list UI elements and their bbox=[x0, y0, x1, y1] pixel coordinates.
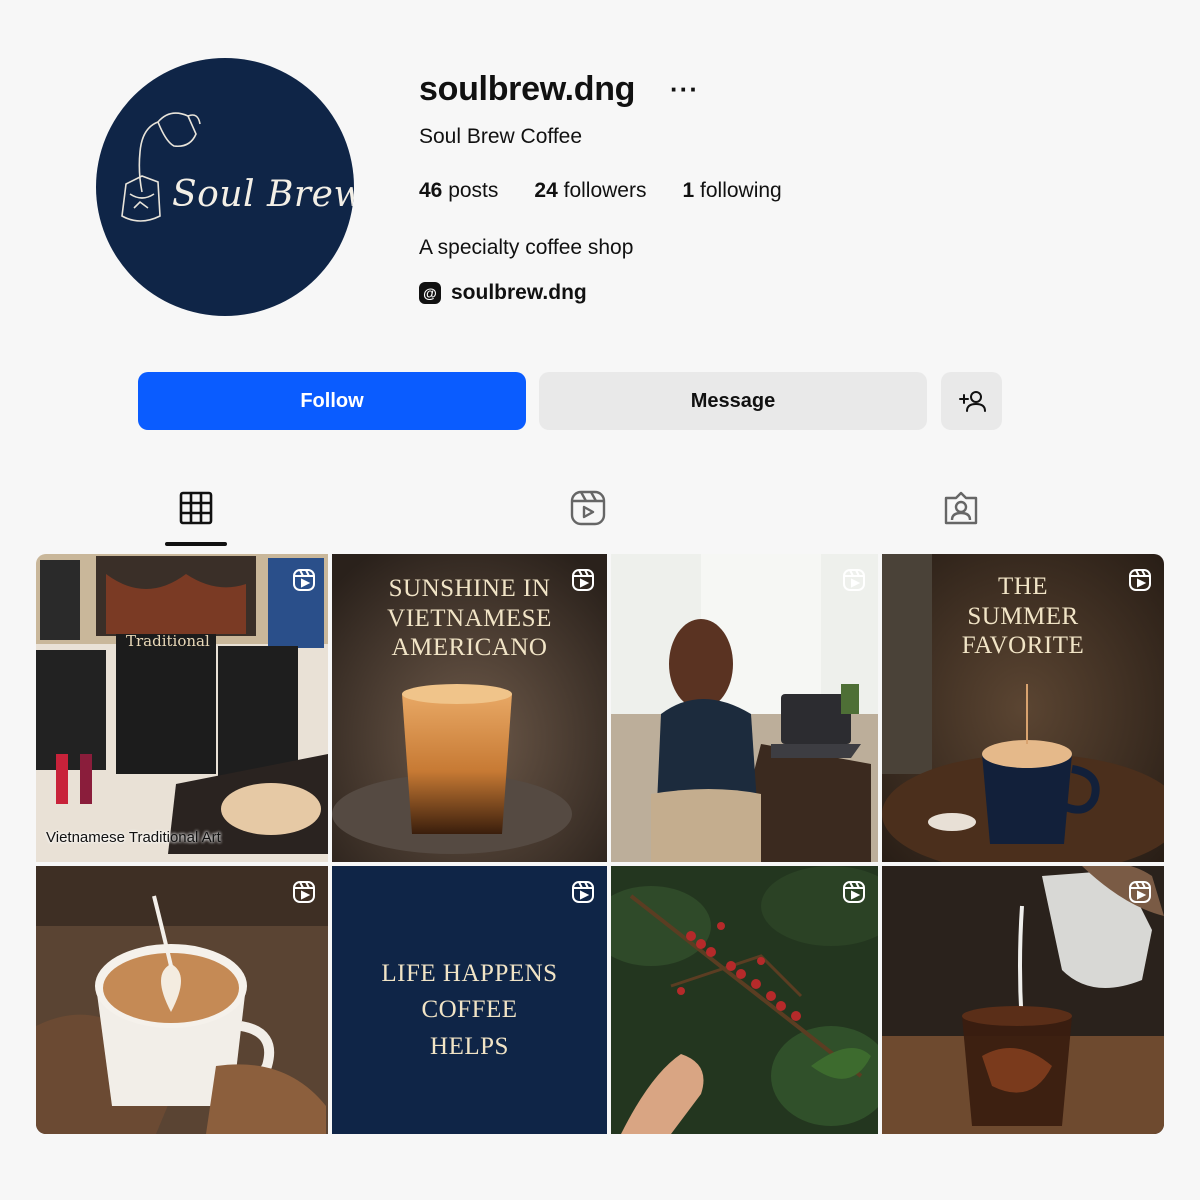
post-title-line: THE bbox=[997, 573, 1049, 600]
post-image-woman-laptop bbox=[611, 554, 878, 862]
post-tile[interactable] bbox=[611, 554, 878, 862]
followers-stat[interactable]: 24 followers bbox=[534, 179, 646, 203]
post-tile[interactable]: SUNSHINE IN VIETNAMESE AMERICANO bbox=[332, 554, 607, 862]
post-tile[interactable]: THE SUMMER FAVORITE bbox=[882, 554, 1164, 862]
posts-count-stat: 46 posts bbox=[419, 179, 498, 203]
post-tile[interactable]: LIFE HAPPENS COFFEE HELPS bbox=[332, 866, 607, 1134]
reel-icon bbox=[1129, 569, 1151, 591]
profile-username: soulbrew.dng bbox=[419, 70, 636, 108]
following-label: following bbox=[700, 179, 782, 202]
post-title-line: LIFE HAPPENS bbox=[381, 960, 558, 987]
message-button[interactable]: Message bbox=[539, 372, 927, 430]
reel-icon bbox=[843, 569, 865, 591]
post-title-line: SUNSHINE IN bbox=[388, 575, 551, 602]
reel-icon bbox=[572, 881, 594, 903]
profile-full-name: Soul Brew Coffee bbox=[419, 125, 583, 148]
following-stat[interactable]: 1 following bbox=[682, 179, 781, 203]
posts-grid: Traditional Vietnamese Traditional Art S… bbox=[36, 554, 1164, 1134]
followers-label: followers bbox=[563, 179, 647, 202]
svg-text:Traditional: Traditional bbox=[126, 632, 210, 650]
reel-icon bbox=[1129, 881, 1151, 903]
tagged-icon bbox=[944, 491, 978, 525]
posts-count: 46 bbox=[419, 179, 443, 202]
post-tile[interactable]: Traditional Vietnamese Traditional Art bbox=[36, 554, 328, 862]
following-count: 1 bbox=[682, 179, 695, 202]
post-title-line: COFFEE bbox=[421, 996, 518, 1024]
add-user-icon bbox=[958, 391, 986, 412]
reel-icon bbox=[843, 881, 865, 903]
tab-posts-grid[interactable] bbox=[176, 488, 216, 528]
post-image-coffee-cherries bbox=[611, 866, 878, 1134]
reel-icon bbox=[293, 569, 315, 591]
threads-icon: @ bbox=[419, 282, 441, 304]
post-tile[interactable] bbox=[882, 866, 1164, 1134]
active-tab-indicator bbox=[165, 542, 227, 546]
grid-icon bbox=[179, 491, 213, 525]
post-image-traditional-art: Traditional bbox=[36, 554, 328, 862]
avatar-logo-text: Soul Brew bbox=[172, 174, 354, 215]
tab-tagged[interactable] bbox=[941, 488, 981, 528]
post-caption: Vietnamese Traditional Art bbox=[46, 829, 221, 846]
post-title-line: SUMMER bbox=[967, 602, 1079, 630]
post-title-line: HELPS bbox=[430, 1032, 509, 1060]
follow-button[interactable]: Follow bbox=[138, 372, 526, 430]
post-title-line: AMERICANO bbox=[391, 634, 548, 661]
post-title: SUNSHINE IN VIETNAMESE AMERICANO bbox=[332, 574, 607, 663]
followers-count: 24 bbox=[534, 179, 558, 202]
tab-reels[interactable] bbox=[568, 488, 608, 528]
post-image-latte-art bbox=[36, 866, 328, 1134]
profile-avatar[interactable]: Soul Brew bbox=[96, 58, 354, 316]
post-title: LIFE HAPPENS COFFEE HELPS bbox=[332, 956, 607, 1065]
post-tile[interactable] bbox=[36, 866, 328, 1134]
post-title-line: VIETNAMESE bbox=[387, 604, 552, 632]
suggest-users-button[interactable] bbox=[941, 372, 1002, 430]
reel-icon bbox=[293, 881, 315, 903]
post-tile[interactable] bbox=[611, 866, 878, 1134]
reels-icon bbox=[570, 490, 606, 526]
post-image-milk-pour bbox=[882, 866, 1164, 1134]
posts-label: posts bbox=[448, 179, 499, 202]
more-options-icon[interactable]: ··· bbox=[670, 74, 699, 105]
post-title: THE SUMMER FAVORITE bbox=[882, 572, 1164, 661]
profile-stats: 46 posts 24 followers 1 following bbox=[419, 179, 782, 203]
threads-handle: soulbrew.dng bbox=[451, 281, 587, 304]
threads-link[interactable]: @ soulbrew.dng bbox=[419, 281, 587, 305]
reel-icon bbox=[572, 569, 594, 591]
profile-bio: A specialty coffee shop bbox=[419, 236, 634, 259]
post-title-line: FAVORITE bbox=[961, 632, 1085, 659]
